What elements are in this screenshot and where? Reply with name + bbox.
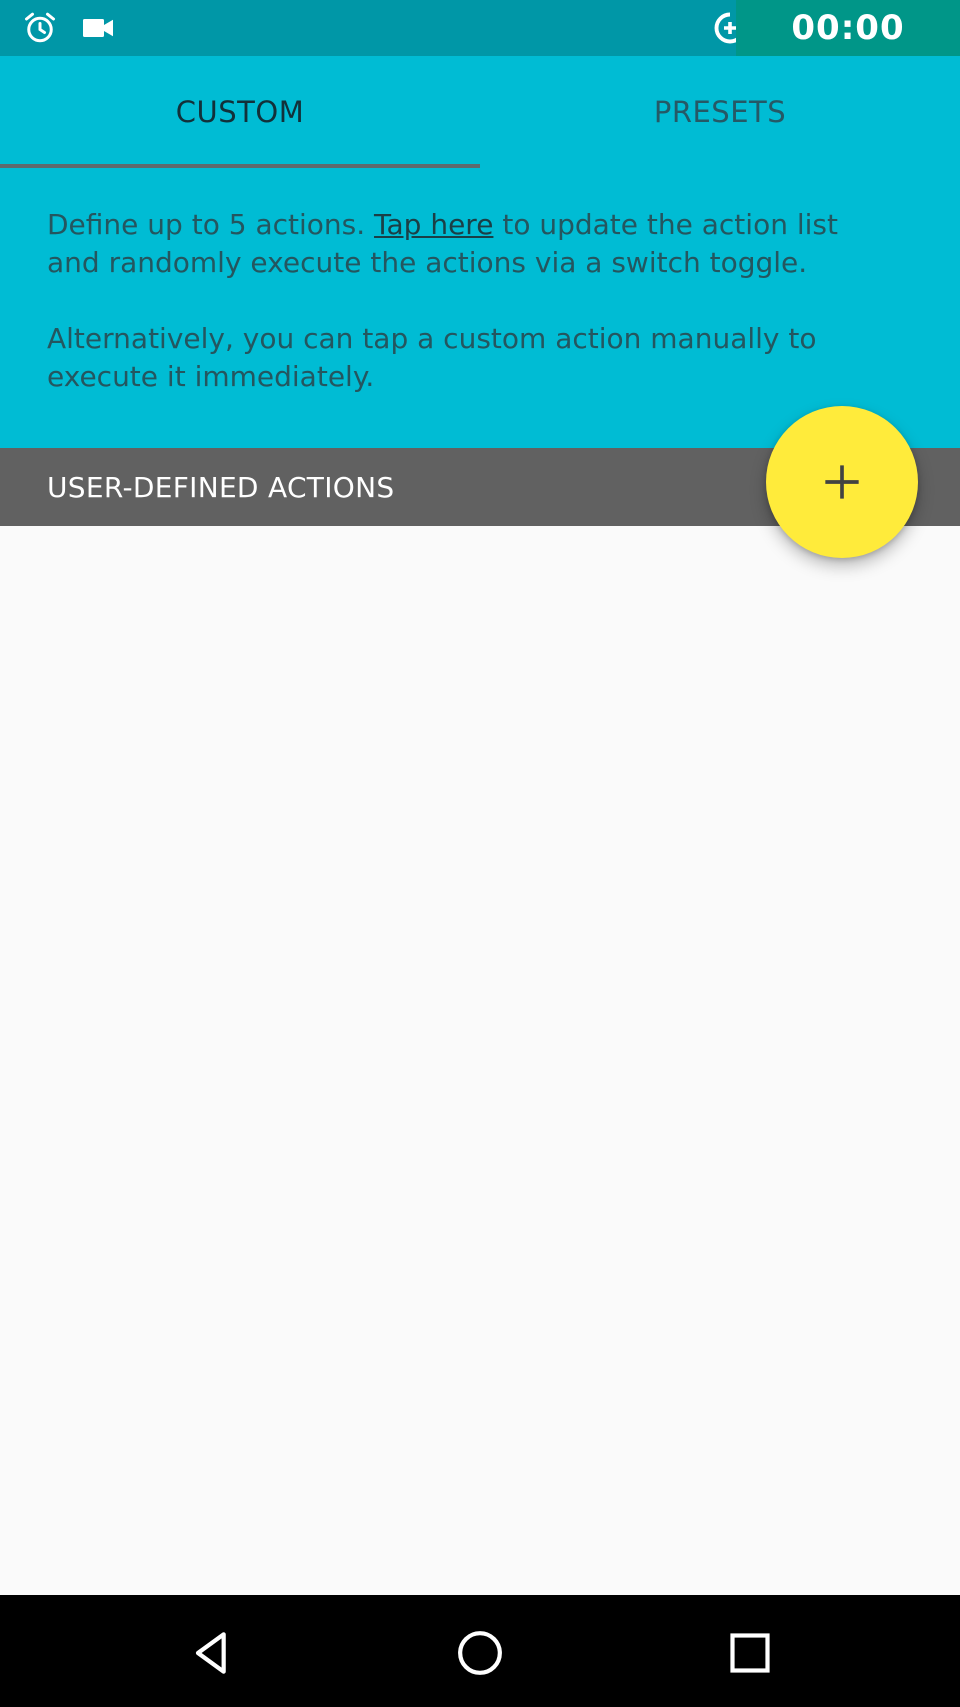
status-bar: 00:00: [0, 0, 960, 56]
back-button[interactable]: [184, 1625, 240, 1681]
back-icon: [195, 1632, 226, 1674]
alarm-icon: [22, 10, 58, 46]
tab-presets[interactable]: PRESETS: [480, 56, 960, 168]
navigation-bar: [0, 1595, 960, 1707]
section-title: USER-DEFINED ACTIONS: [47, 470, 395, 504]
home-button[interactable]: [452, 1625, 508, 1681]
description-paragraph-2: Alternatively, you can tap a custom acti…: [47, 322, 817, 393]
description-paragraph-1: Define up to 5 actions. Tap here to upda…: [47, 206, 877, 282]
description-panel: Define up to 5 actions. Tap here to upda…: [0, 168, 960, 448]
recents-icon: [730, 1633, 770, 1673]
tab-custom[interactable]: CUSTOM: [0, 56, 480, 168]
actions-list: [0, 526, 960, 1595]
videocam-icon: [80, 10, 116, 46]
recents-button[interactable]: [722, 1625, 778, 1681]
tap-here-link[interactable]: Tap here: [374, 208, 493, 241]
plus-icon: [825, 465, 859, 499]
status-time: 00:00: [736, 0, 960, 56]
add-action-button[interactable]: [766, 406, 918, 558]
description-text-start: Define up to 5 actions.: [47, 208, 375, 241]
home-icon: [458, 1631, 502, 1675]
app-screen: 00:00 CUSTOM PRESETS Define up to 5 acti…: [0, 0, 960, 1707]
tab-bar: CUSTOM PRESETS: [0, 56, 960, 168]
